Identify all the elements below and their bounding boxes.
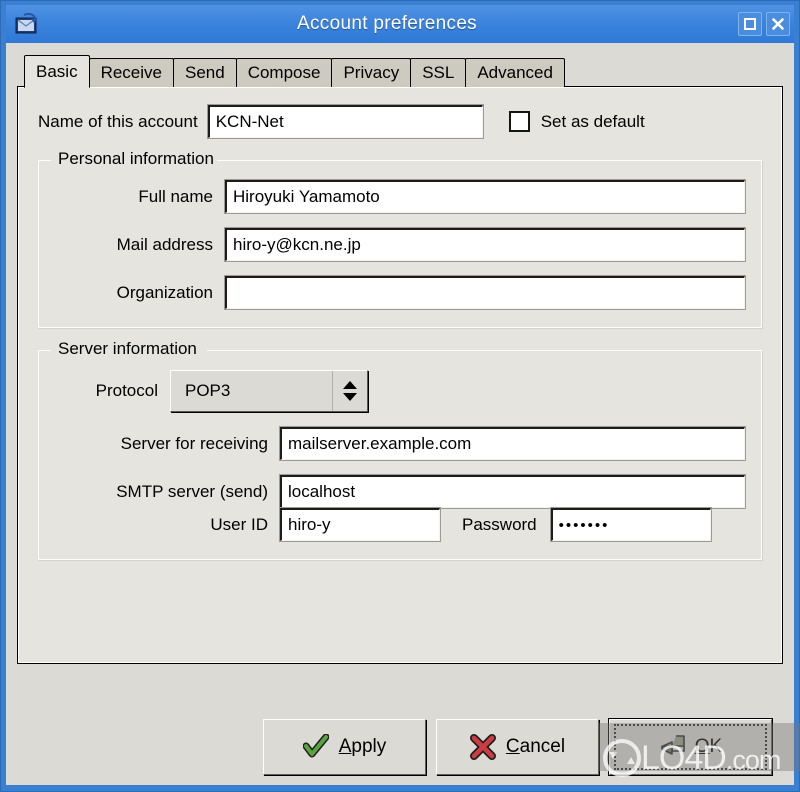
close-button[interactable] <box>766 12 790 36</box>
apply-button[interactable]: Apply <box>263 719 426 775</box>
receiving-server-label: Server for receiving <box>120 433 268 453</box>
maximize-button[interactable] <box>738 12 762 36</box>
red-cross-icon <box>469 734 496 760</box>
account-name-label: Name of this account <box>38 111 198 131</box>
receiving-server-row: Server for receiving mailserver.example.… <box>55 426 746 461</box>
tab-send[interactable]: Send <box>173 58 237 87</box>
group-top-line <box>217 160 761 161</box>
mail-address-value: hiro-y@kcn.ne.jp <box>233 235 361 254</box>
tab-advanced[interactable]: Advanced <box>465 58 565 87</box>
server-fields: Server for receiving mailserver.example.… <box>55 426 746 509</box>
smtp-server-input[interactable]: localhost <box>279 474 746 509</box>
set-as-default-label: Set as default <box>540 111 645 131</box>
mail-address-input[interactable]: hiro-y@kcn.ne.jp <box>224 227 746 262</box>
organization-row: Organization <box>55 275 746 310</box>
tab-panel-basic: Name of this account KCN-Net Set as defa… <box>17 86 783 664</box>
tab-label: Privacy <box>343 63 400 82</box>
server-information-title: Server information <box>53 339 202 359</box>
chevron-down-icon[interactable] <box>343 393 357 401</box>
smtp-server-label: SMTP server (send) <box>116 481 268 501</box>
tab-basic[interactable]: Basic <box>24 55 90 88</box>
cancel-accel: C <box>505 736 520 757</box>
action-button-bar: Apply Cancel OK <box>17 717 783 777</box>
tab-label: Compose <box>247 63 321 82</box>
tab-compose[interactable]: Compose <box>235 58 333 87</box>
cancel-label-rest: ancel <box>519 736 566 757</box>
protocol-select[interactable]: POP3 <box>170 370 368 412</box>
user-id-value: hiro-y <box>288 515 331 534</box>
personal-information-title: Personal information <box>53 149 219 169</box>
account-name-input[interactable]: KCN-Net <box>206 104 484 139</box>
group-top-line <box>207 350 761 351</box>
password-input[interactable]: ••••••• <box>549 507 712 542</box>
cancel-button[interactable]: Cancel <box>436 719 599 775</box>
tab-label: Receive <box>100 63 162 82</box>
tab-label: Send <box>185 63 225 82</box>
tab-label: Basic <box>36 61 78 81</box>
personal-information-group: Personal information Full name Hiroyuki … <box>38 149 762 328</box>
user-id-label: User ID <box>210 514 268 534</box>
smtp-server-row: SMTP server (send) localhost <box>55 474 746 509</box>
spinner-arrows[interactable] <box>333 371 367 411</box>
full-name-label: Full name <box>138 186 213 206</box>
ok-button[interactable]: OK <box>608 718 773 776</box>
dialog-body: Basic Receive Send Compose Privacy SSL A… <box>6 43 794 785</box>
tab-bar: Basic Receive Send Compose Privacy SSL A… <box>17 53 783 88</box>
dialog-window: Account preferences Basic Receive Send C… <box>0 0 800 792</box>
full-name-value: Hiroyuki Yamamoto <box>233 187 380 206</box>
apply-accel: A <box>338 736 352 757</box>
protocol-value: POP3 <box>171 371 333 411</box>
receiving-server-input[interactable]: mailserver.example.com <box>279 426 746 461</box>
mail-address-label: Mail address <box>116 234 213 254</box>
account-name-value: KCN-Net <box>215 112 284 131</box>
mail-address-row: Mail address hiro-y@kcn.ne.jp <box>55 227 746 262</box>
protocol-label: Protocol <box>95 381 158 400</box>
tab-receive[interactable]: Receive <box>88 58 174 87</box>
account-name-row: Name of this account KCN-Net Set as defa… <box>38 104 762 139</box>
mail-account-icon <box>14 12 40 36</box>
full-name-input[interactable]: Hiroyuki Yamamoto <box>224 179 746 214</box>
receiving-server-value: mailserver.example.com <box>288 434 472 453</box>
organization-label: Organization <box>116 282 213 302</box>
tab-label: SSL <box>422 63 455 82</box>
tab-ssl[interactable]: SSL <box>410 58 467 87</box>
server-information-group: Server information Protocol POP3 Server <box>38 339 762 560</box>
protocol-row: Protocol POP3 <box>55 370 745 412</box>
tab-privacy[interactable]: Privacy <box>331 58 412 87</box>
set-as-default-checkbox[interactable]: Set as default <box>508 111 645 132</box>
password-label: Password <box>462 514 537 534</box>
chevron-up-icon[interactable] <box>343 381 357 389</box>
apply-label-rest: pply <box>351 736 387 757</box>
focus-ring <box>614 724 767 770</box>
apply-label: Apply <box>339 736 387 758</box>
tab-strip-filler <box>563 58 783 87</box>
organization-input[interactable] <box>224 275 746 310</box>
smtp-server-value: localhost <box>288 482 356 501</box>
green-check-icon <box>302 734 329 760</box>
userid-password-row: User ID hiro-y Password ••••••• <box>55 507 745 542</box>
cancel-label: Cancel <box>506 736 565 758</box>
full-name-row: Full name Hiroyuki Yamamoto <box>55 179 746 214</box>
title-bar: Account preferences <box>6 5 794 43</box>
password-value: ••••••• <box>558 516 610 534</box>
window-title: Account preferences <box>297 13 477 34</box>
user-id-input[interactable]: hiro-y <box>279 507 441 542</box>
checkbox-box <box>508 111 530 132</box>
tab-label: Advanced <box>477 63 553 82</box>
